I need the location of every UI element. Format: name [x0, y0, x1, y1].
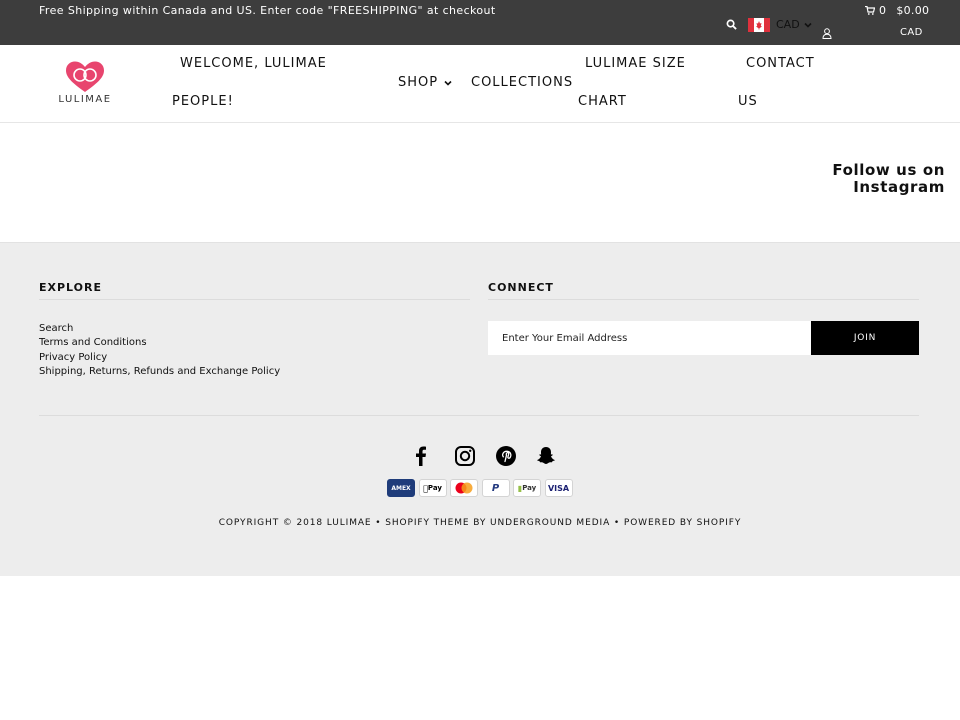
- visa-icon: VISA: [544, 479, 573, 497]
- nav-size-chart-line2[interactable]: CHART: [578, 94, 627, 109]
- nav-welcome[interactable]: WELCOME, LULIMAE: [180, 56, 327, 71]
- explore-heading: EXPLORE: [39, 281, 470, 300]
- shopify-pay-label: Pay: [522, 484, 537, 492]
- footer-link-terms[interactable]: Terms and Conditions: [39, 336, 280, 350]
- currency-value: CAD: [776, 18, 800, 31]
- footer-link-search[interactable]: Search: [39, 322, 280, 336]
- footer-link-privacy[interactable]: Privacy Policy: [39, 351, 280, 365]
- copyright-text: COPYRIGHT © 2018 LULIMAE • SHOPIFY THEME…: [218, 518, 742, 528]
- paypal-icon: P: [481, 479, 510, 497]
- site-footer: EXPLORE CONNECT Search Terms and Conditi…: [0, 242, 960, 576]
- footer-divider: [39, 415, 919, 416]
- chevron-down-icon: [804, 22, 812, 28]
- logo-text: LULIMAE: [58, 94, 112, 105]
- snapchat-icon[interactable]: [535, 445, 557, 467]
- mastercard-circles-icon: [455, 482, 473, 494]
- instagram-title-line1: Follow us on: [832, 161, 945, 179]
- connect-heading: CONNECT: [488, 281, 919, 300]
- nav-shop[interactable]: SHOP: [398, 75, 452, 90]
- payment-icons: AMEX Pay P ▮Pay VISA: [387, 479, 573, 497]
- shopify-pay-icon: ▮ Pay: [513, 479, 541, 497]
- cart-total: $0.00: [896, 4, 930, 17]
- canada-flag-icon: [748, 18, 770, 32]
- instagram-title-line2: Instagram: [853, 178, 945, 196]
- cart-count: 0: [879, 4, 887, 17]
- nav-shop-label: SHOP: [398, 75, 439, 90]
- top-bar: Free Shipping within Canada and US. Ente…: [0, 0, 960, 45]
- nav-welcome-line2[interactable]: PEOPLE!: [172, 94, 234, 109]
- explore-links: Search Terms and Conditions Privacy Poli…: [39, 322, 280, 379]
- nav-size-chart[interactable]: LULIMAE SIZE: [585, 56, 686, 71]
- currency-select[interactable]: CAD: [776, 18, 812, 31]
- chevron-down-icon: [444, 80, 452, 86]
- nav-collections[interactable]: COLLECTIONS: [471, 75, 573, 90]
- join-button[interactable]: JOIN: [811, 321, 919, 355]
- footer-link-shipping[interactable]: Shipping, Returns, Refunds and Exchange …: [39, 365, 280, 379]
- apple-pay-icon: Pay: [418, 479, 447, 497]
- cart-currency: CAD: [900, 27, 923, 38]
- nav-contact[interactable]: CONTACT: [746, 56, 815, 71]
- instagram-icon[interactable]: [454, 445, 476, 467]
- apple-pay-label: Pay: [425, 484, 442, 492]
- facebook-icon[interactable]: [410, 445, 432, 467]
- cart-icon: [865, 6, 875, 15]
- site-header: LULIMAE WELCOME, LULIMAE PEOPLE! SHOP CO…: [0, 45, 960, 123]
- promo-message: Free Shipping within Canada and US. Ente…: [39, 4, 496, 17]
- newsletter-email-input[interactable]: [488, 321, 811, 355]
- nav-contact-line2[interactable]: US: [738, 94, 758, 109]
- search-icon[interactable]: [726, 19, 737, 30]
- pinterest-icon[interactable]: [495, 445, 517, 467]
- account-icon[interactable]: [822, 28, 832, 39]
- mastercard-icon: [450, 479, 478, 497]
- cart-link[interactable]: 0 $0.00: [865, 4, 929, 17]
- instagram-section-title: Follow us on Instagram: [785, 162, 945, 196]
- amex-icon: AMEX: [387, 479, 415, 497]
